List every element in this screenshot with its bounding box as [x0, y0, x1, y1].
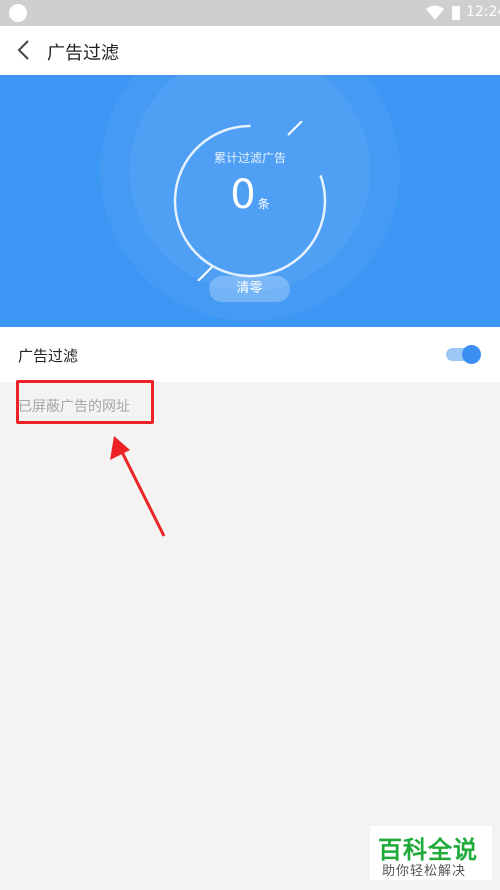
filtered-count-unit: 条 [257, 197, 270, 211]
clear-button[interactable]: 清零 [209, 276, 290, 302]
ad-filter-label: 广告过滤 [18, 347, 79, 365]
annotation-highlight-box [16, 380, 154, 424]
toggle-thumb [462, 345, 481, 364]
watermark-sub-text: 助你轻松解决 [382, 864, 467, 879]
ad-filter-setting-row[interactable]: 广告过滤 [0, 327, 500, 382]
filtered-count-number: 0 [230, 172, 256, 218]
notification-dot-icon [9, 4, 27, 22]
ad-filter-toggle[interactable] [446, 345, 481, 364]
filtered-count: 0条 [170, 169, 330, 221]
filtered-count-label: 累计过滤广告 [213, 151, 286, 165]
back-arrow-icon[interactable] [14, 38, 36, 62]
status-bar: 12:24 [0, 0, 500, 26]
page-title: 广告过滤 [47, 43, 119, 64]
wifi-icon [426, 5, 444, 20]
filter-stats-panel: 累计过滤广告 0条 清零 [0, 75, 500, 327]
watermark-logo: 百科全说 助你轻松解决 [370, 826, 492, 880]
battery-icon [452, 6, 460, 20]
status-time: 12:24 [466, 4, 500, 20]
annotation-arrow-icon [110, 436, 166, 537]
app-header: 广告过滤 [0, 26, 500, 75]
